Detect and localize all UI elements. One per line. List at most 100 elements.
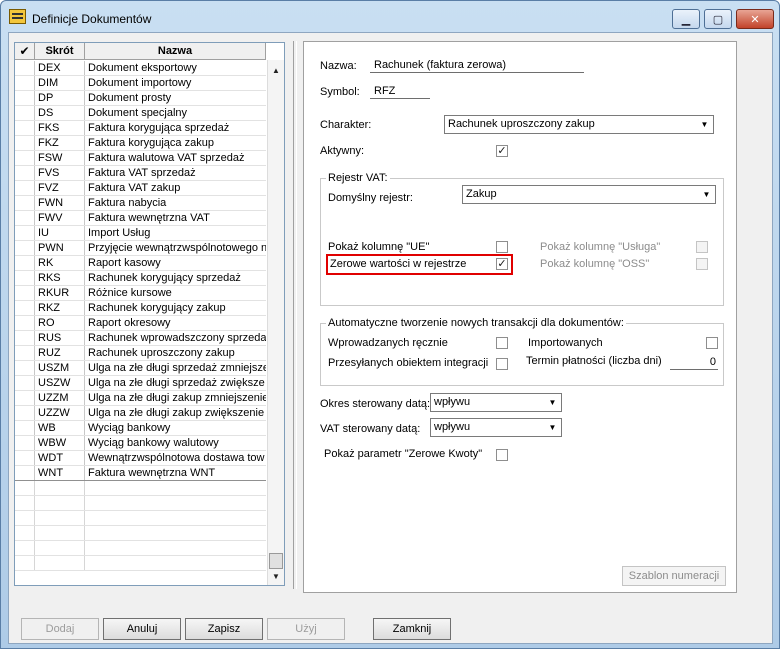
row-skrot-cell: FKZ <box>35 136 85 150</box>
panel-splitter[interactable] <box>293 41 297 589</box>
list-item[interactable]: WB Wyciąg bankowy <box>15 421 266 436</box>
vat-sterowany-select[interactable]: wpływu ▼ <box>430 418 562 437</box>
domyslny-rejestr-select[interactable]: Zakup ▼ <box>462 185 716 204</box>
row-check-cell[interactable] <box>15 286 35 300</box>
list-item[interactable]: FVZ Faktura VAT zakup <box>15 181 266 196</box>
row-check-cell[interactable] <box>15 121 35 135</box>
list-item[interactable]: FSW Faktura walutowa VAT sprzedaż <box>15 151 266 166</box>
scroll-down-arrow-icon[interactable]: ▼ <box>268 568 284 584</box>
row-check-cell[interactable] <box>15 466 35 480</box>
list-item[interactable]: RKS Rachunek korygujący sprzedaż <box>15 271 266 286</box>
list-item[interactable]: DEX Dokument eksportowy <box>15 61 266 76</box>
pokaz-zerowe-kwoty-checkbox[interactable] <box>496 449 508 461</box>
list-item[interactable]: DP Dokument prosty <box>15 91 266 106</box>
row-check-cell[interactable] <box>15 241 35 255</box>
list-item[interactable]: USZM Ulga na złe długi sprzedaż zmniejsze <box>15 361 266 376</box>
row-check-cell[interactable] <box>15 61 35 75</box>
list-item[interactable]: UZZW Ulga na złe długi zakup zwiększenie <box>15 406 266 421</box>
chevron-down-icon[interactable]: ▼ <box>545 395 560 410</box>
row-check-cell[interactable] <box>15 406 35 420</box>
pokaz-ue-checkbox[interactable] <box>496 241 508 253</box>
scroll-thumb[interactable] <box>269 553 283 569</box>
row-nazwa-cell: Faktura wewnętrzna VAT <box>88 212 210 224</box>
row-check-cell[interactable] <box>15 91 35 105</box>
zapisz-button[interactable]: Zapisz <box>185 618 263 640</box>
row-check-cell[interactable] <box>15 376 35 390</box>
row-check-cell[interactable] <box>15 421 35 435</box>
row-check-cell <box>15 481 35 495</box>
uzyj-button[interactable]: Użyj <box>267 618 345 640</box>
automatyczne-tworzenie-group-title: Automatyczne tworzenie nowych transakcji… <box>326 317 626 329</box>
row-check-cell[interactable] <box>15 256 35 270</box>
minimize-button[interactable]: ▁ <box>672 9 700 29</box>
nazwa-input[interactable]: Rachunek (faktura zerowa) <box>370 58 584 73</box>
row-check-cell[interactable] <box>15 136 35 150</box>
list-item[interactable]: PWN Przyjęcie wewnątrzwspólnotowego n <box>15 241 266 256</box>
row-check-cell[interactable] <box>15 331 35 345</box>
row-check-cell[interactable] <box>15 76 35 90</box>
list-item[interactable]: FWN Faktura nabycia <box>15 196 266 211</box>
row-check-cell[interactable] <box>15 166 35 180</box>
zerowe-wartosci-checkbox[interactable]: ✓ <box>496 258 508 270</box>
row-check-cell[interactable] <box>15 271 35 285</box>
wprowadzanych-recznie-checkbox[interactable] <box>496 337 508 349</box>
check-column-header[interactable]: ✔ <box>15 43 35 59</box>
list-item[interactable]: IU Import Usług <box>15 226 266 241</box>
list-item[interactable]: RUZ Rachunek uproszczony zakup <box>15 346 266 361</box>
anuluj-button[interactable]: Anuluj <box>103 618 181 640</box>
importowanych-checkbox[interactable] <box>706 337 718 349</box>
row-check-cell[interactable] <box>15 316 35 330</box>
row-nazwa-cell <box>85 526 266 540</box>
list-item[interactable]: FKS Faktura korygująca sprzedaż <box>15 121 266 136</box>
list-item[interactable]: WNT Faktura wewnętrzna WNT <box>15 466 266 481</box>
list-scrollbar[interactable]: ▲ ▼ <box>267 60 284 585</box>
row-check-cell[interactable] <box>15 346 35 360</box>
row-check-cell[interactable] <box>15 106 35 120</box>
symbol-input[interactable]: RFZ <box>370 84 430 99</box>
row-check-cell[interactable] <box>15 211 35 225</box>
list-item[interactable]: FWV Faktura wewnętrzna VAT <box>15 211 266 226</box>
nazwa-column-header[interactable]: Nazwa <box>85 43 266 59</box>
list-item[interactable]: UZZM Ulga na złe długi zakup zmniejszenie <box>15 391 266 406</box>
close-button[interactable]: ✕ <box>736 9 774 29</box>
row-nazwa-cell: Rachunek wprowadszczony sprzedaż <box>88 332 266 344</box>
document-list[interactable]: ✔ Skrót Nazwa DEX Dokument eksportowy DIM D… <box>14 42 285 586</box>
list-item[interactable]: FVS Faktura VAT sprzedaż <box>15 166 266 181</box>
okres-sterowany-select[interactable]: wpływu ▼ <box>430 393 562 412</box>
list-item[interactable]: RKZ Rachunek korygujący zakup <box>15 301 266 316</box>
charakter-select[interactable]: Rachunek uproszczony zakup ▼ <box>444 115 714 134</box>
list-item[interactable]: FKZ Faktura korygująca zakup <box>15 136 266 151</box>
chevron-down-icon[interactable]: ▼ <box>545 420 560 435</box>
row-check-cell[interactable] <box>15 361 35 375</box>
szablon-numeracji-button[interactable]: Szablon numeracji <box>622 566 726 586</box>
list-item[interactable]: DS Dokument specjalny <box>15 106 266 121</box>
row-check-cell[interactable] <box>15 451 35 465</box>
list-item[interactable]: WDT Wewnątrzwspólnotowa dostawa tow <box>15 451 266 466</box>
zamknij-button[interactable]: Zamknij <box>373 618 451 640</box>
skrot-column-header[interactable]: Skrót <box>35 43 85 59</box>
list-item[interactable]: USZW Ulga na złe długi sprzedaż zwiększe <box>15 376 266 391</box>
list-item[interactable]: RUS Rachunek wprowadszczony sprzedaż <box>15 331 266 346</box>
scroll-up-arrow-icon[interactable]: ▲ <box>268 62 284 78</box>
aktywny-checkbox[interactable]: ✓ <box>496 145 508 157</box>
row-check-cell[interactable] <box>15 226 35 240</box>
list-item[interactable]: DIM Dokument importowy <box>15 76 266 91</box>
list-item[interactable]: WBW Wyciąg bankowy walutowy <box>15 436 266 451</box>
przesylanych-checkbox[interactable] <box>496 358 508 370</box>
dodaj-button[interactable]: Dodaj <box>21 618 99 640</box>
chevron-down-icon[interactable]: ▼ <box>697 117 712 132</box>
chevron-down-icon[interactable]: ▼ <box>699 187 714 202</box>
termin-platnosci-input[interactable]: 0 <box>670 355 718 370</box>
list-item[interactable]: RO Raport okresowy <box>15 316 266 331</box>
maximize-button[interactable]: ▢ <box>704 9 732 29</box>
list-item[interactable]: RKUR Różnice kursowe <box>15 286 266 301</box>
list-item[interactable]: RK Raport kasowy <box>15 256 266 271</box>
row-check-cell[interactable] <box>15 181 35 195</box>
row-check-cell[interactable] <box>15 391 35 405</box>
row-check-cell[interactable] <box>15 151 35 165</box>
domyslny-rejestr-label: Domyślny rejestr: <box>328 192 413 204</box>
row-check-cell[interactable] <box>15 301 35 315</box>
row-check-cell[interactable] <box>15 196 35 210</box>
row-nazwa-cell: Różnice kursowe <box>88 287 172 299</box>
row-check-cell[interactable] <box>15 436 35 450</box>
